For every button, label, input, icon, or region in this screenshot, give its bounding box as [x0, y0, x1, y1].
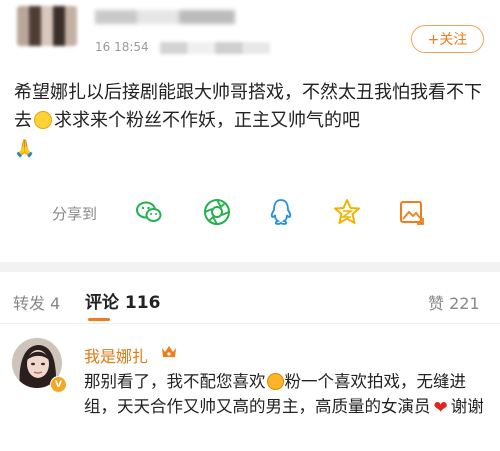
- post-time: 16 18:54: [95, 40, 149, 54]
- moments-icon[interactable]: [202, 197, 232, 227]
- section-divider: [0, 262, 500, 272]
- pray-emoji-icon: 🙏: [14, 139, 36, 159]
- comment-tabs: 转发 4 评论 116 赞 221: [0, 272, 500, 324]
- tab-repost[interactable]: 转发 4: [13, 290, 60, 314]
- active-tab-indicator: [88, 318, 110, 321]
- tab-comments[interactable]: 评论 116: [85, 288, 160, 313]
- share-label: 分享到: [52, 205, 98, 223]
- comment-text-part-1: 那别看了，我不配您喜欢: [84, 372, 266, 391]
- commenter-name[interactable]: 我是娜扎: [84, 343, 148, 367]
- qzone-icon[interactable]: [332, 197, 362, 227]
- author-name-redacted: [95, 10, 235, 24]
- verified-badge-icon: V: [50, 376, 67, 393]
- weibo-gallery-icon[interactable]: [397, 197, 427, 227]
- weibo-post: 16 18:54 +关注 希望娜扎以后接剧能跟大帅哥搭戏，不然太丑我怕我看不下去…: [0, 0, 500, 262]
- smile-emoji-icon: [34, 111, 52, 129]
- post-text-part-2: 求求来个粉丝不作妖，正主又帅气的吧: [54, 110, 360, 131]
- comment-item: V 我是娜扎 那别看了，我不配您喜欢 粉一个喜欢拍戏，无缝进组，天天合作又帅又高的…: [0, 324, 500, 451]
- heart-emoji-icon: ❤: [433, 398, 448, 418]
- share-row: 分享到: [0, 195, 500, 231]
- post-text: 希望娜扎以后接剧能跟大帅哥搭戏，不然太丑我怕我看不下去 求求来个粉丝不作妖，正主又…: [14, 79, 490, 163]
- comment-text: 那别看了，我不配您喜欢 粉一个喜欢拍戏，无缝进组，天天合作又帅又高的男主，高质量的…: [84, 369, 492, 421]
- wechat-icon[interactable]: [134, 197, 164, 227]
- blush-emoji-icon: [266, 373, 284, 390]
- fan-level-badge-icon: [162, 346, 176, 357]
- tab-likes[interactable]: 赞 221: [428, 290, 480, 314]
- follow-button[interactable]: +关注: [411, 25, 484, 53]
- comment-text-part-3: 谢谢: [450, 397, 484, 416]
- qq-icon[interactable]: [266, 197, 296, 227]
- author-avatar[interactable]: [17, 6, 77, 46]
- post-source-redacted: [160, 42, 270, 54]
